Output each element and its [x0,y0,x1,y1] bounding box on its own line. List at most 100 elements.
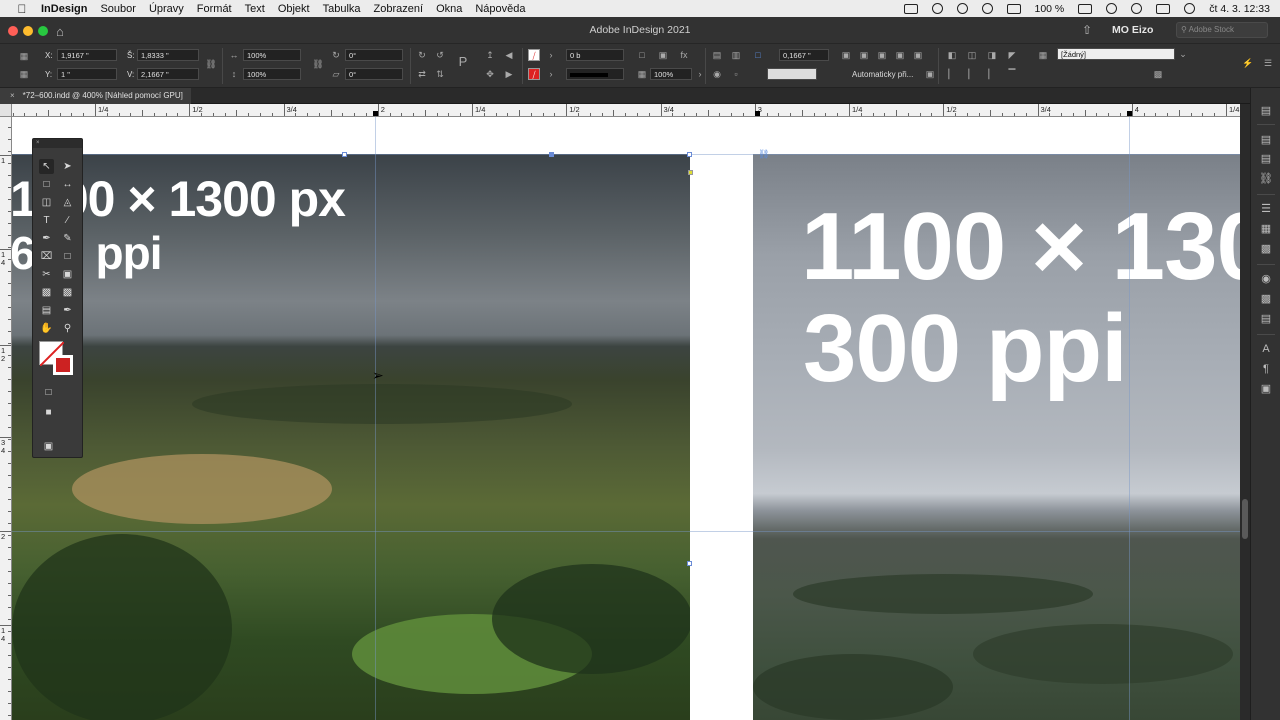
text-wrap-jump-icon[interactable]: ▫ [730,68,742,80]
opacity-field[interactable]: 100% [650,68,692,80]
type-tool-icon[interactable]: T [39,213,54,228]
free-transform-tool-icon[interactable]: ▣ [60,267,75,282]
menu-text[interactable]: Text [245,3,265,15]
y-position-field[interactable]: 1 " [57,68,117,80]
pen-tool-icon[interactable]: ✒ [39,231,54,246]
align-right-edges-icon[interactable]: ◨ [986,49,998,61]
stroke-type-select[interactable] [566,68,624,80]
stroke-panel-icon[interactable]: ☰ [1259,202,1273,216]
drop-shadow-icon[interactable]: ▣ [657,49,669,61]
row-guide[interactable] [12,531,1240,532]
menu-upravy[interactable]: Úpravy [149,3,184,15]
object-styles-icon[interactable]: ▣ [1259,382,1273,396]
content-aware-fit-icon[interactable]: ▣ [924,68,936,80]
text-wrap-bbox-icon[interactable]: ▥ [730,49,742,61]
placed-image-600ppi[interactable]: 1100 × 1300 px 600 ppi [12,154,690,720]
effects-panel-icon[interactable]: ◉ [1259,272,1273,286]
constrain-scale-icon[interactable]: ⛓ [312,58,324,70]
rotate-cw-icon[interactable]: ↻ [416,49,428,61]
text-wrap-panel-icon[interactable]: ▤ [1259,312,1273,326]
text-wrap-shape-icon[interactable]: ◉ [711,68,723,80]
creative-cloud-icon[interactable] [931,3,943,14]
scale-x-field[interactable]: 100% [243,49,301,61]
gradient-panel-icon[interactable]: ▩ [1259,292,1273,306]
reference-point-grid-icon[interactable]: ▦ [18,68,30,80]
pages-panel-icon[interactable]: ▤ [1259,104,1273,118]
color-panel-icon[interactable]: ▩ [1259,242,1273,256]
distribute-left-icon[interactable]: ▏ [946,68,958,80]
flip-vertical-icon[interactable]: ⇅ [434,68,446,80]
center-content-icon[interactable]: ▣ [912,49,924,61]
select-previous-icon[interactable]: ◀ [503,49,515,61]
content-placer-icon[interactable]: ◬ [60,195,75,210]
distribute-center-icon[interactable]: ▏ [966,68,978,80]
fit-content-to-frame-icon[interactable]: ▣ [876,49,888,61]
stroke-swatch-icon[interactable]: ⧸ [528,68,540,80]
gap-tool-icon[interactable]: ↔ [60,177,75,192]
wifi-icon[interactable] [1106,3,1118,14]
menu-objekt[interactable]: Objekt [278,3,310,15]
battery-icon[interactable] [1078,3,1093,14]
hand-tool-icon[interactable]: ✋ [39,321,54,336]
select-next-icon[interactable]: ▶ [503,68,515,80]
stroke-style-icon[interactable]: □ [636,49,648,61]
preview-mode-icon[interactable]: ▣ [41,439,56,454]
rectangle-frame-tool-icon[interactable]: ⌧ [39,249,54,264]
fill-swatch-icon[interactable]: ⧸ [528,49,540,61]
link-icon[interactable]: ⛓ [758,149,769,160]
reference-point-icon[interactable]: ▦ [18,50,30,62]
x-position-field[interactable]: 1,9167 " [57,49,117,61]
content-collector-icon[interactable]: ◫ [39,195,54,210]
page-tool-icon[interactable]: □ [39,177,54,192]
airplay-icon[interactable] [1006,3,1021,14]
scrollbar-thumb[interactable] [1242,499,1248,539]
vertical-ruler[interactable]: 1 1 4 1 2 3 4 2 1 4 [0,117,12,720]
menu-zobrazeni[interactable]: Zobrazení [374,3,424,15]
quick-apply-icon[interactable]: ▩ [1152,68,1164,80]
formatting-container-icon[interactable]: □ [41,385,56,400]
margin-guide[interactable] [12,154,1240,155]
line-tool-icon[interactable]: ∕ [60,213,75,228]
menu-okna[interactable]: Okna [436,3,462,15]
control-center-icon[interactable] [1156,3,1171,14]
character-styles-icon[interactable]: A [1259,342,1273,356]
frame-fitting-icon[interactable]: □ [752,49,764,61]
fill-dropdown-icon[interactable]: › [545,49,557,61]
align-horizontal-centers-icon[interactable]: ◫ [966,49,978,61]
direct-selection-tool-icon[interactable]: ➤ [60,159,75,174]
object-style-select[interactable]: [Žádný] [1057,48,1175,60]
panel-menu-icon[interactable]: ☰ [1262,57,1274,69]
selection-handle[interactable] [687,152,692,157]
object-style-dropdown-icon[interactable]: ⌄ [1177,48,1189,60]
apply-color-icon[interactable]: ■ [41,405,56,420]
vertical-scrollbar[interactable] [1240,104,1250,720]
layers-panel-icon[interactable]: ▤ [1259,133,1273,147]
menu-format[interactable]: Formát [197,3,232,15]
close-tab-icon[interactable]: × [10,91,15,100]
selection-handle[interactable] [687,561,692,566]
rectangle-tool-icon[interactable]: □ [60,249,75,264]
menu-napoveda[interactable]: Nápověda [475,3,525,15]
search-icon[interactable] [1131,3,1143,14]
apple-menu-icon[interactable]:  [15,2,29,16]
width-field[interactable]: 1,8333 " [137,49,199,61]
adobe-stock-search[interactable]: ⚲ Adobe Stock [1176,22,1268,38]
quick-actions-icon[interactable]: ⚡ [1242,57,1254,69]
stroke-color-swatch[interactable] [53,355,73,375]
dropbox-icon[interactable] [956,3,968,14]
effects-icon[interactable]: fx [678,49,690,61]
menu-tabulka[interactable]: Tabulka [323,3,361,15]
placed-image-300ppi[interactable]: 1100 × 1300 px 300 ppi [753,154,1240,720]
chain-links-icon[interactable]: ⛓ [1259,172,1273,186]
menu-soubor[interactable]: Soubor [100,3,135,15]
rotate-ccw-icon[interactable]: ↺ [434,49,446,61]
note-tool-icon[interactable]: ▤ [39,303,54,318]
clock[interactable]: čt 4. 3. 12:33 [1209,3,1270,15]
constrain-proportions-icon[interactable]: ⛓ [205,58,217,70]
flip-horizontal-icon[interactable]: ⇄ [416,68,428,80]
frame-fitting-handle[interactable] [688,170,693,175]
gradient-feather-tool-icon[interactable]: ▩ [60,285,75,300]
scale-y-field[interactable]: 100% [243,68,301,80]
align-top-edges-icon[interactable]: ◤ [1006,49,1018,61]
share-icon[interactable]: ⇧ [1082,23,1092,37]
